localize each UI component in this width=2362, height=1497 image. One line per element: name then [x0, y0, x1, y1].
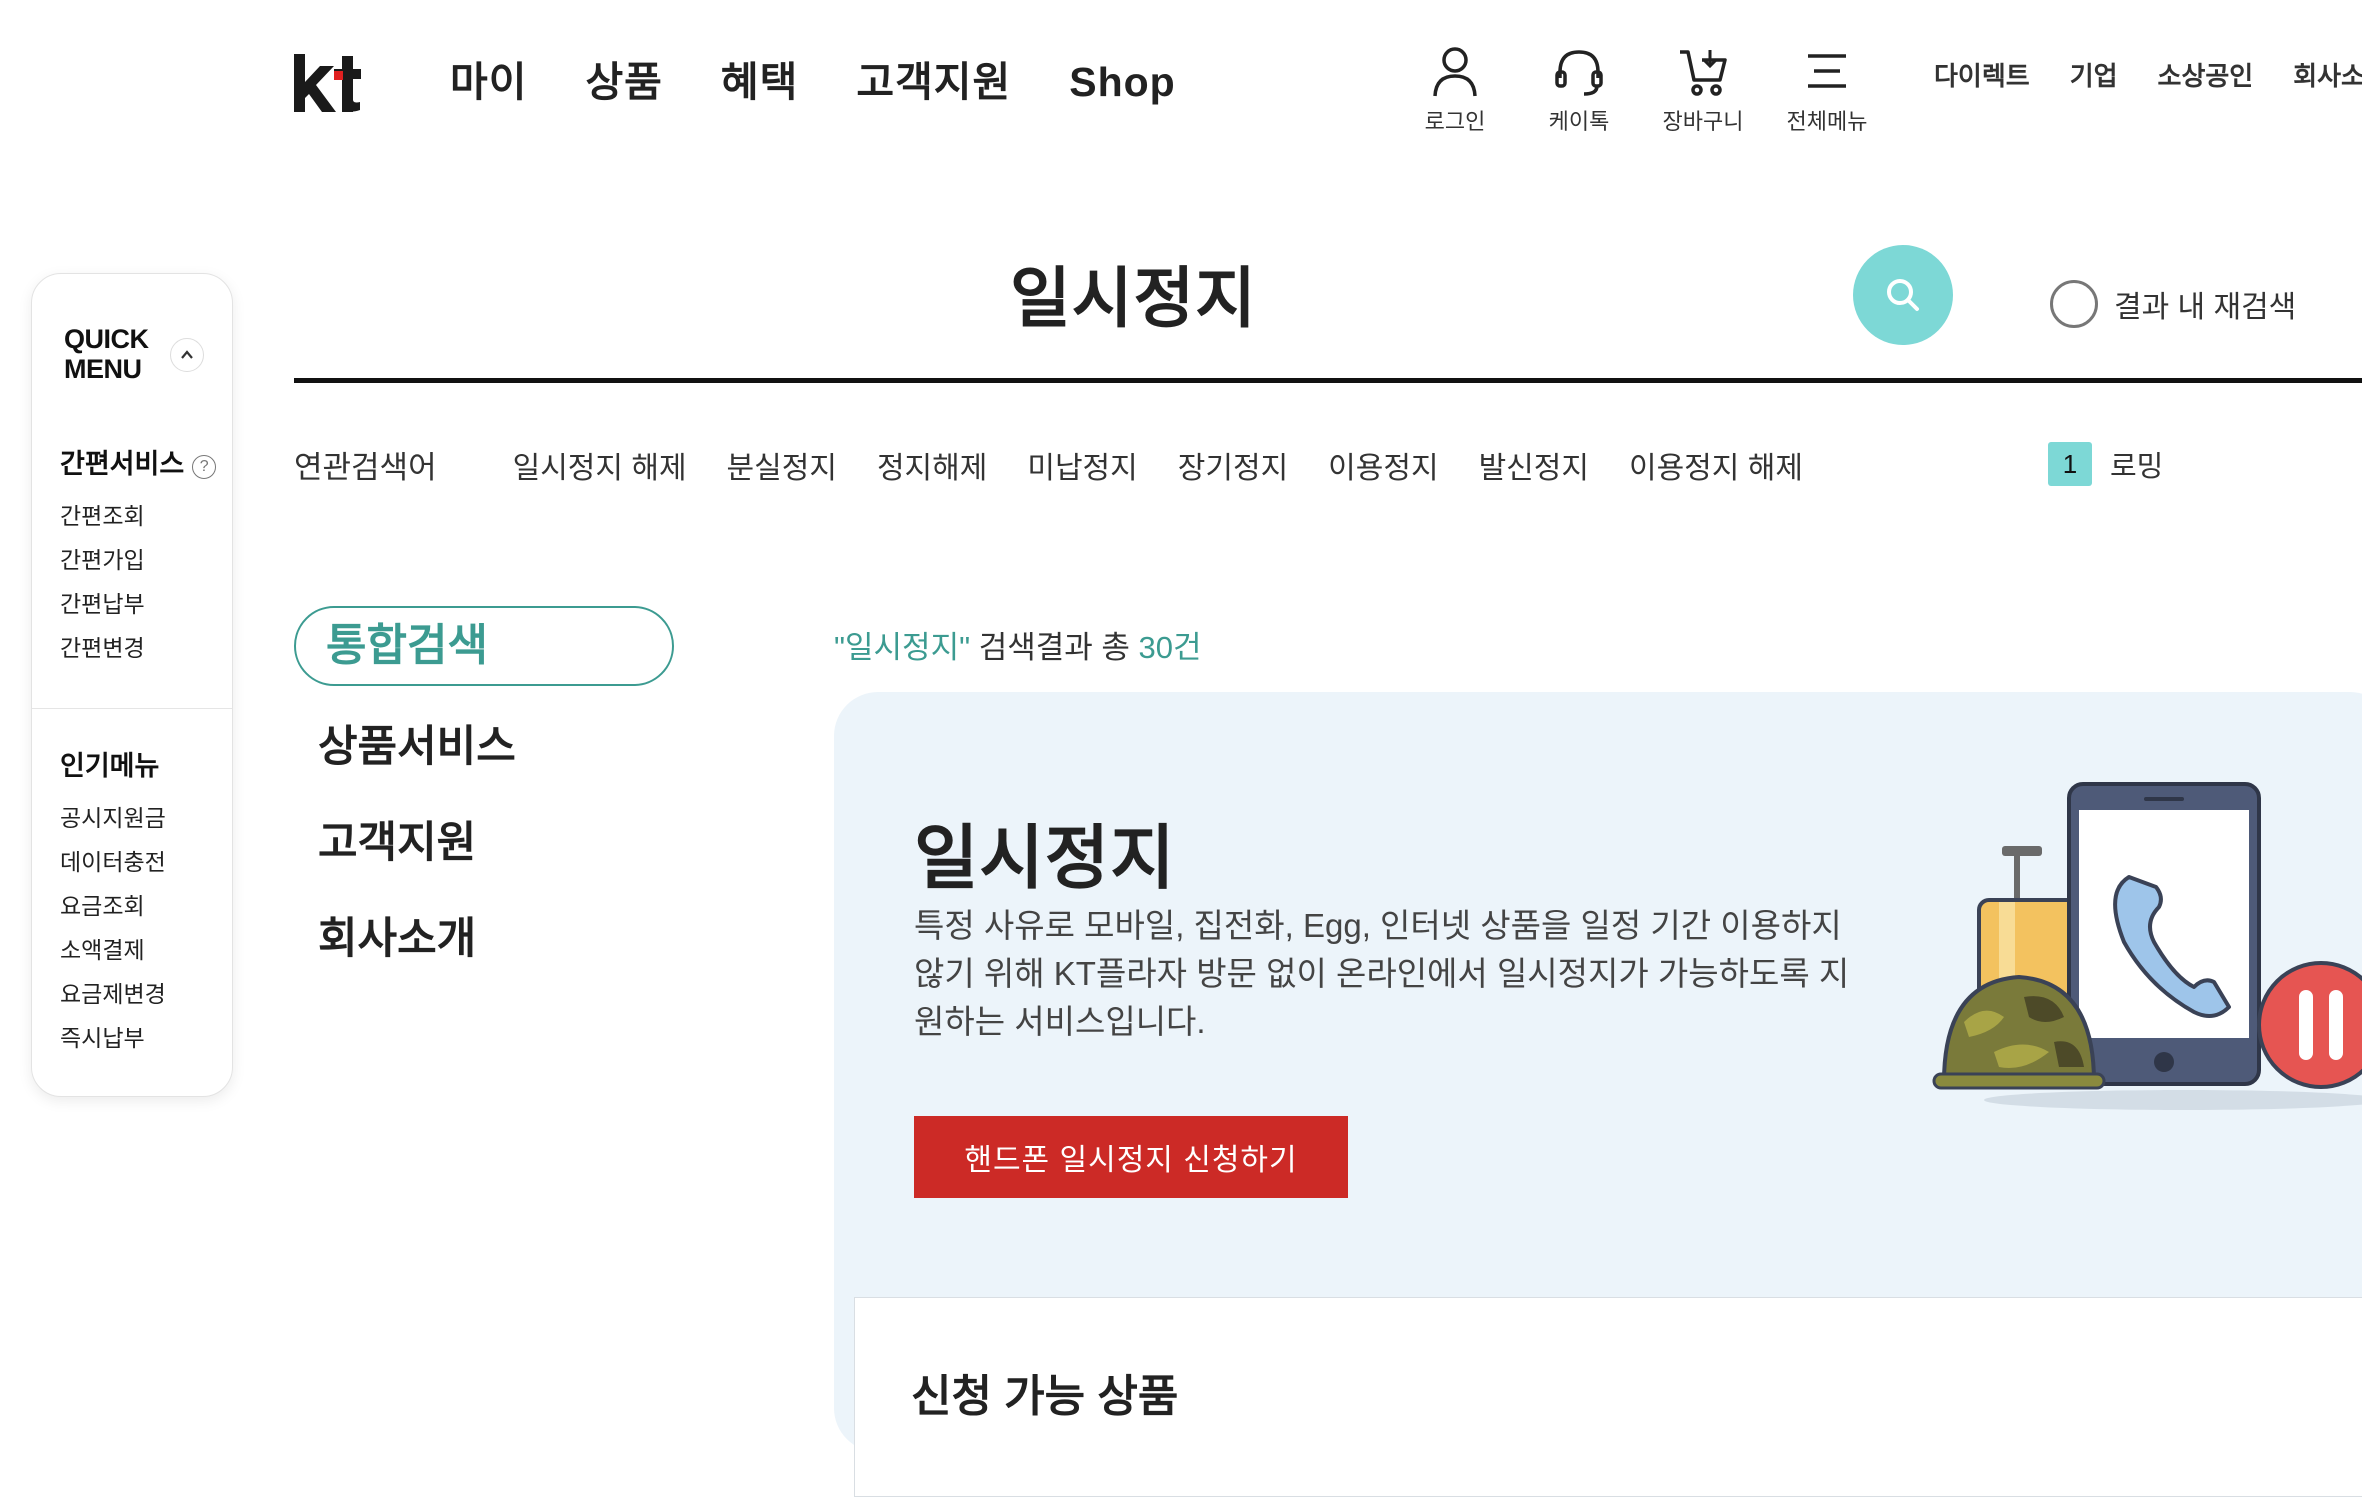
result-count: "일시정지" 검색결과 총 30건 — [834, 622, 1202, 667]
nav-shop[interactable]: Shop — [1069, 52, 1175, 112]
quick-item-bill-lookup[interactable]: 요금조회 — [60, 884, 166, 928]
headset-icon — [1555, 50, 1603, 96]
nav-direct[interactable]: 다이렉트 — [1934, 56, 2030, 93]
quick-item-micropayment[interactable]: 소액결제 — [60, 928, 166, 972]
popular-menu-list: 공시지원금 데이터충전 요금조회 소액결제 요금제변경 즉시납부 — [60, 796, 166, 1060]
nav-benefits[interactable]: 혜택 — [721, 52, 798, 112]
trending-keyword[interactable]: 1 로밍 — [2048, 442, 2163, 486]
login-label: 로그인 — [1424, 109, 1486, 134]
search-within-radio[interactable] — [2050, 280, 2098, 328]
related-keyword[interactable]: 분실정지 — [727, 443, 837, 487]
all-menu-button[interactable]: 전체메뉴 — [1772, 44, 1882, 136]
sub-nav: 다이렉트 기업 소상공인 회사소개 — [1934, 56, 2362, 93]
search-within-results[interactable]: 결과 내 재검색 — [2050, 280, 2296, 328]
related-keyword[interactable]: 이용정지 해제 — [1629, 443, 1803, 487]
nav-my[interactable]: 마이 — [450, 52, 527, 112]
related-keyword[interactable]: 정지해제 — [877, 443, 987, 487]
user-icon — [1433, 47, 1477, 97]
result-total: 30건 — [1138, 630, 1202, 665]
tab-products-services[interactable]: 상품서비스 — [318, 712, 516, 774]
quick-item-easy-change[interactable]: 간편변경 — [60, 626, 145, 670]
nav-small-business[interactable]: 소상공인 — [2158, 56, 2254, 93]
quick-item-subsidy[interactable]: 공시지원금 — [60, 796, 166, 840]
help-icon[interactable]: ? — [192, 455, 217, 479]
tab-company[interactable]: 회사소개 — [318, 904, 476, 966]
quick-item-data-charge[interactable]: 데이터충전 — [60, 840, 166, 884]
nav-support[interactable]: 고객지원 — [856, 52, 1011, 112]
quick-item-easy-join[interactable]: 간편가입 — [60, 538, 145, 582]
related-keywords-label: 연관검색어 — [294, 450, 437, 485]
katalk-button[interactable]: 케이톡 — [1524, 44, 1634, 136]
search-within-label: 결과 내 재검색 — [2114, 291, 2297, 324]
nav-products[interactable]: 상품 — [585, 52, 662, 112]
trending-rank-badge: 1 — [2048, 442, 2092, 486]
available-products-title: 신청 가능 상품 — [911, 1372, 1179, 1421]
available-products-panel: 신청 가능 상품 — [854, 1297, 2362, 1497]
search-button[interactable] — [1853, 245, 1953, 345]
main-nav: 마이 상품 혜택 고객지원 Shop — [450, 52, 1176, 112]
quick-item-instant-pay[interactable]: 즉시납부 — [60, 1016, 166, 1060]
related-keywords: 연관검색어 일시정지 해제 분실정지 정지해제 미납정지 장기정지 이용정지 발… — [294, 442, 1843, 487]
login-button[interactable]: 로그인 — [1400, 44, 1510, 136]
tab-integrated-search[interactable]: 통합검색 — [294, 606, 674, 686]
phone-suspend-apply-button[interactable]: 핸드폰 일시정지 신청하기 — [914, 1116, 1348, 1198]
related-keyword[interactable]: 발신정지 — [1479, 443, 1589, 487]
quick-menu-title-line2: MENU — [64, 354, 142, 384]
result-card-title: 일시정지 — [914, 819, 1176, 897]
kt-logo[interactable] — [290, 52, 362, 114]
quick-menu-collapse-button[interactable] — [170, 338, 204, 372]
related-keyword[interactable]: 일시정지 해제 — [513, 443, 687, 487]
cart-label: 장바구니 — [1662, 109, 1744, 134]
related-keyword[interactable]: 이용정지 — [1328, 443, 1438, 487]
easy-service-heading: 간편서비스? — [60, 442, 217, 481]
nav-enterprise[interactable]: 기업 — [2070, 56, 2118, 93]
related-keyword[interactable]: 미납정지 — [1027, 443, 1137, 487]
quick-menu-divider — [32, 708, 232, 709]
quick-item-plan-change[interactable]: 요금제변경 — [60, 972, 166, 1016]
result-card: 일시정지 특정 사유로 모바일, 집전화, Egg, 인터넷 상품을 일정 기간… — [834, 692, 2362, 1497]
popular-menu-heading: 인기메뉴 — [60, 751, 160, 781]
nav-company[interactable]: 회사소개 — [2293, 56, 2362, 93]
menu-icon — [1808, 54, 1846, 88]
easy-service-title: 간편서비스 — [60, 449, 185, 479]
cart-button[interactable]: 장바구니 — [1648, 44, 1758, 136]
tab-customer-support[interactable]: 고객지원 — [318, 808, 476, 870]
all-menu-label: 전체메뉴 — [1786, 109, 1868, 134]
quick-menu: QUICK MENU 간편서비스? 간편조회 간편가입 간편납부 간편변경 인기… — [31, 273, 233, 1097]
quick-menu-title: QUICK MENU — [64, 324, 149, 384]
result-summary-text: 검색결과 총 — [970, 630, 1139, 665]
quick-menu-title-line1: QUICK — [64, 324, 149, 354]
quick-item-easy-lookup[interactable]: 간편조회 — [60, 494, 145, 538]
suspension-illustration — [1932, 782, 2362, 1110]
result-query: "일시정지" — [834, 630, 971, 665]
katalk-label: 케이톡 — [1548, 109, 1610, 134]
trending-keyword-text: 로밍 — [2110, 451, 2164, 483]
easy-service-list: 간편조회 간편가입 간편납부 간편변경 — [60, 494, 145, 670]
search-icon — [1887, 279, 1919, 311]
related-keyword[interactable]: 장기정지 — [1178, 443, 1288, 487]
cart-icon — [1680, 50, 1727, 96]
search-underline — [294, 378, 2362, 383]
result-card-description: 특정 사유로 모바일, 집전화, Egg, 인터넷 상품을 일정 기간 이용하지… — [914, 907, 1850, 1040]
quick-item-easy-pay[interactable]: 간편납부 — [60, 582, 145, 626]
chevron-up-icon — [181, 350, 193, 359]
search-input[interactable]: 일시정지 — [1010, 245, 1257, 341]
